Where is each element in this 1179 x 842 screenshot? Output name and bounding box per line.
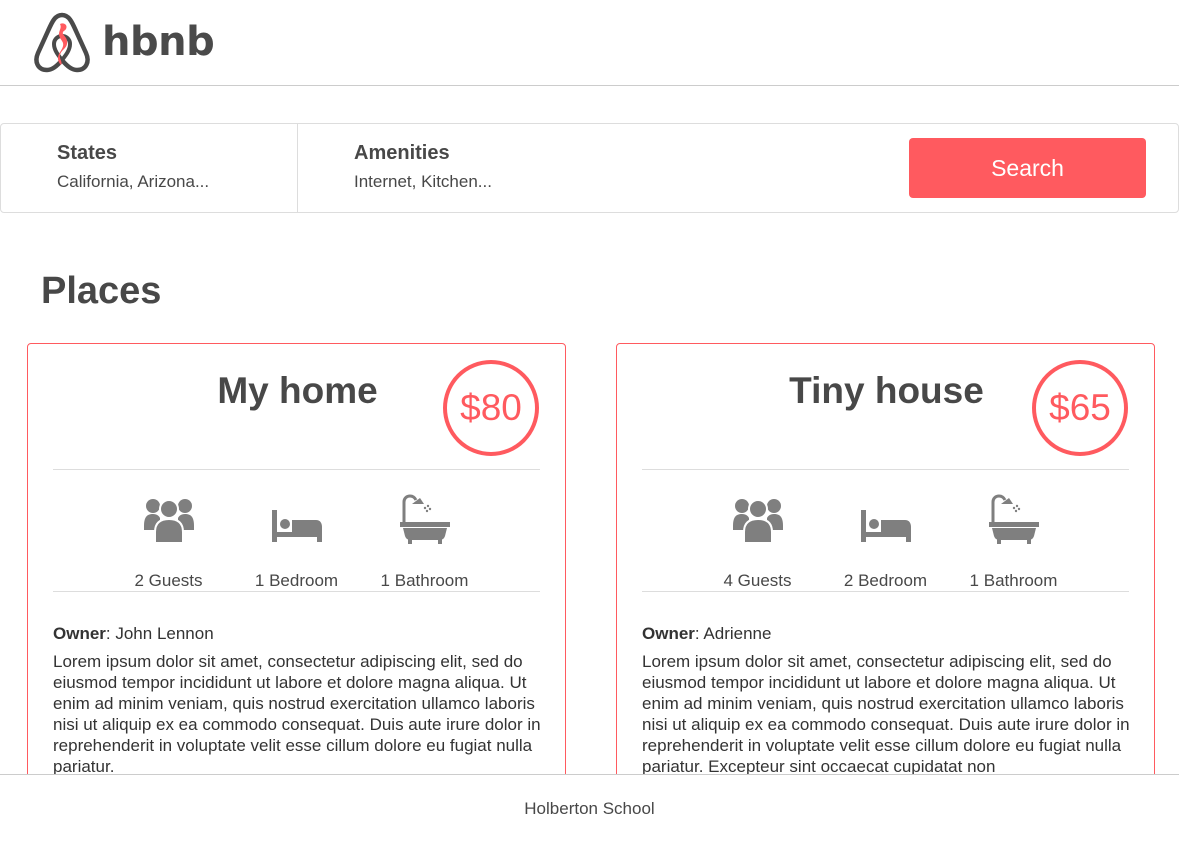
bathrooms-label: 1 Bathroom [380,571,469,590]
amenities-filter-title: Amenities [354,142,450,164]
owner-line: Owner: Adrienne [642,624,771,644]
bathtub-icon [399,494,450,544]
guests-label: 2 Guests [134,571,203,590]
states-filter-value: California, Arizona... [57,172,210,191]
bed-icon [860,510,911,542]
bed-icon [271,510,322,542]
places-heading: Places [41,270,162,312]
guests-info: 2 Guests [105,470,233,591]
owner-line: Owner: John Lennon [53,624,214,644]
brand-logo[interactable]: hbnb [30,10,215,74]
brand-name: hbnb [102,19,215,65]
site-footer: Holberton School [0,774,1179,842]
filters-bar: States California, Arizona... Amenities … [0,123,1179,213]
amenities-filter-value: Internet, Kitchen... [354,172,492,191]
price-badge: $80 [443,360,539,456]
states-filter-title: States [57,142,118,164]
place-description: Lorem ipsum dolor sit amet, consectetur … [642,652,1130,776]
guests-icon [732,499,783,544]
place-info: 2 Guests 1 Bedroom 1 Bathroom [53,469,540,592]
owner-name: : Adrienne [694,624,772,643]
footer-text: Holberton School [524,798,655,818]
owner-name: : John Lennon [105,624,214,643]
guests-info: 4 Guests [694,470,822,591]
bedrooms-info: 2 Bedroom [822,470,950,591]
price-badge: $65 [1032,360,1128,456]
place-card: Tiny house $65 4 Guests 2 Bedroom 1 Bath… [616,343,1155,803]
place-info: 4 Guests 2 Bedroom 1 Bathroom [642,469,1129,592]
amenities-filter[interactable]: Amenities Internet, Kitchen... [298,124,595,212]
owner-label: Owner [53,624,106,643]
bathtub-icon [988,494,1039,544]
seahorse-logo-icon [34,12,90,73]
bathrooms-info: 1 Bathroom [361,470,489,591]
bathrooms-label: 1 Bathroom [969,571,1058,590]
bedrooms-info: 1 Bedroom [233,470,361,591]
site-header: hbnb [0,0,1179,86]
place-description: Lorem ipsum dolor sit amet, consectetur … [53,652,541,776]
bathrooms-info: 1 Bathroom [950,470,1078,591]
owner-label: Owner [642,624,695,643]
guests-icon [143,499,194,544]
bedrooms-label: 1 Bedroom [254,571,339,590]
guests-label: 4 Guests [723,571,792,590]
place-card: My home $80 2 Guests 1 Bedroom 1 Bathroo… [27,343,566,803]
states-filter[interactable]: States California, Arizona... [1,124,298,212]
bedrooms-label: 2 Bedroom [843,571,928,590]
search-button[interactable]: Search [909,138,1146,198]
